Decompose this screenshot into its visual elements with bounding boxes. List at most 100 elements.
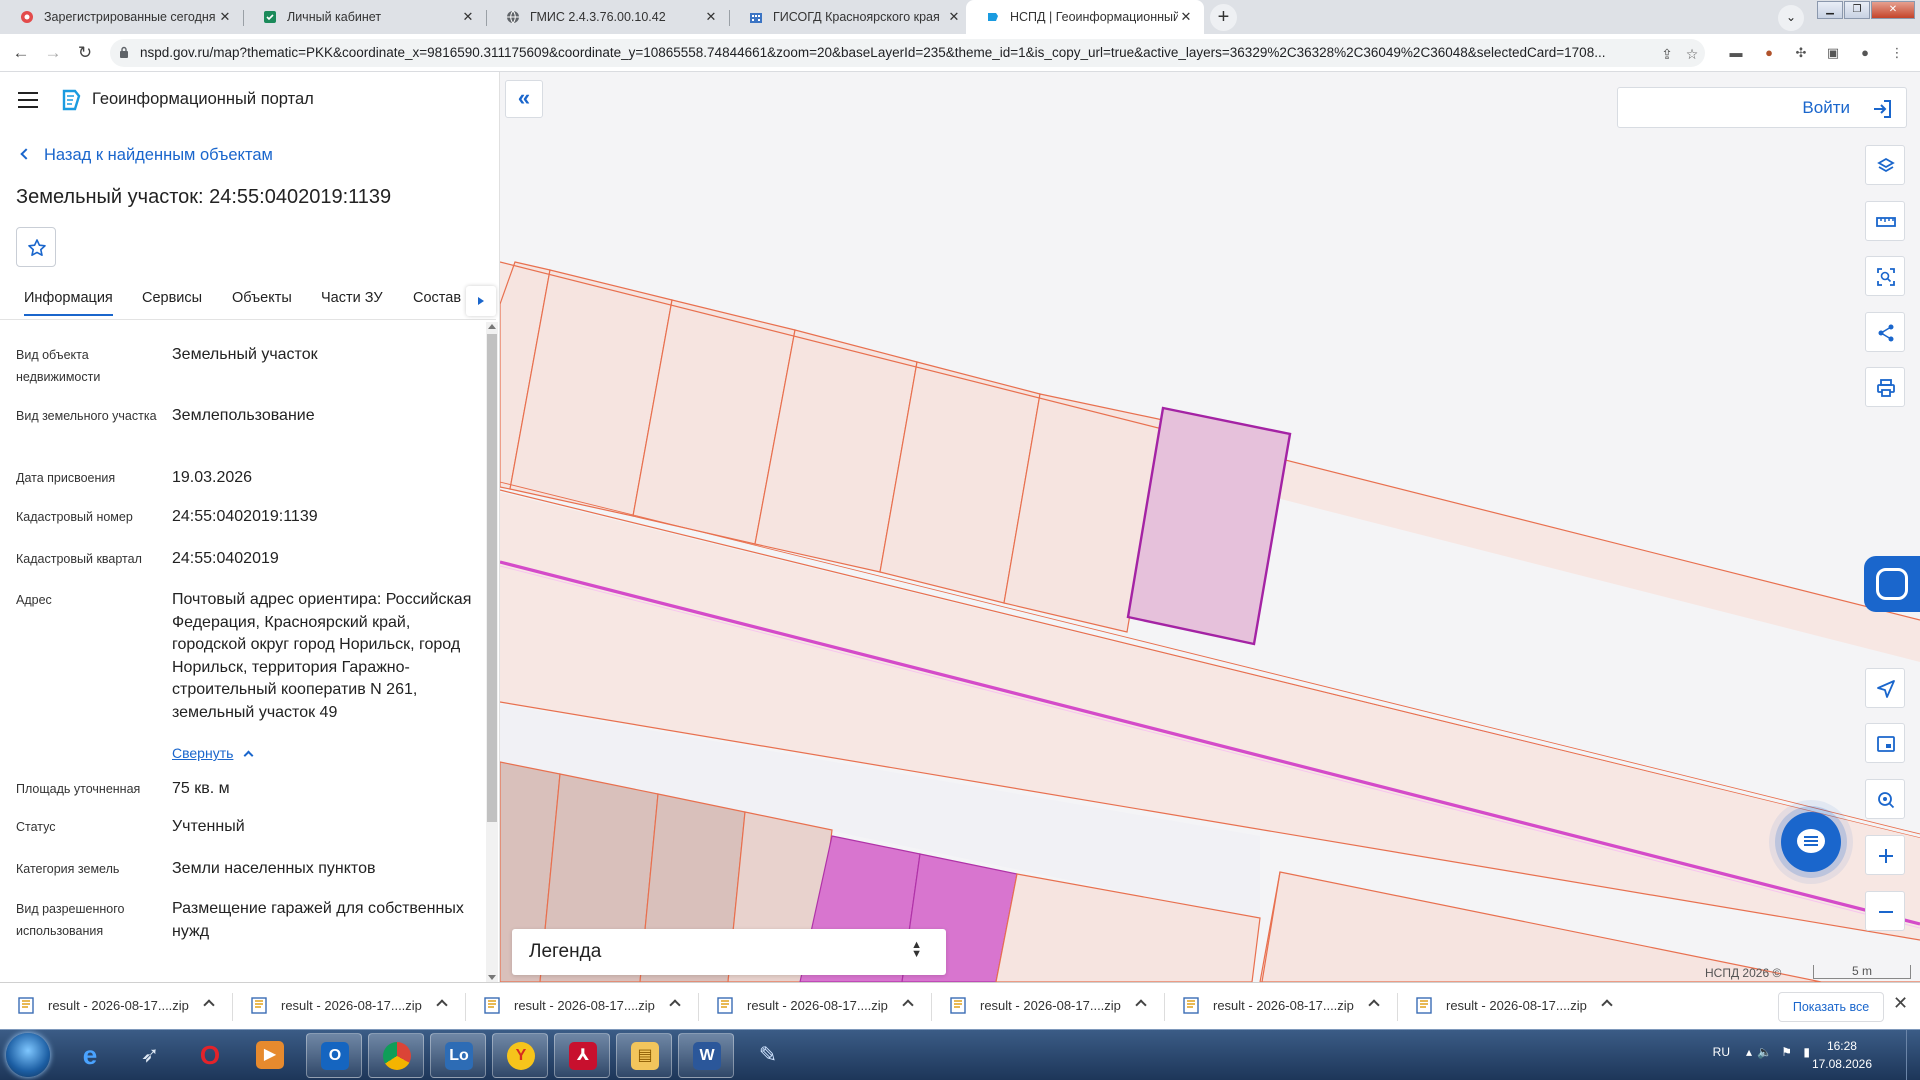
download-item[interactable]: result - 2026-08-17....zip: [1165, 983, 1398, 1030]
taskbar-app[interactable]: ▤: [616, 1033, 672, 1078]
scrollbar-thumb[interactable]: [487, 334, 497, 822]
login-label: Войти: [1802, 98, 1850, 117]
tab-composition[interactable]: Состав: [413, 290, 461, 306]
taskbar-app[interactable]: Y: [492, 1033, 548, 1078]
minimize-button[interactable]: ▁: [1817, 1, 1843, 19]
new-tab-button[interactable]: +: [1210, 4, 1237, 31]
tray-expand-icon[interactable]: ▴: [1746, 1045, 1752, 1059]
close-downloads-icon[interactable]: ✕: [1893, 993, 1908, 1014]
tabs-next-arrow-icon[interactable]: [466, 286, 496, 316]
tab-information[interactable]: Информация: [24, 290, 113, 316]
taskbar-app[interactable]: ⅄: [554, 1033, 610, 1078]
share-icon[interactable]: ⇪: [1658, 45, 1676, 63]
show-desktop-button[interactable]: [1906, 1030, 1920, 1080]
chevron-up-icon[interactable]: [1368, 999, 1380, 1011]
taskbar-app[interactable]: e: [62, 1033, 118, 1078]
tab-parcel-parts[interactable]: Части ЗУ: [321, 290, 383, 306]
taskbar-app[interactable]: Lo: [430, 1033, 486, 1078]
tab-search-icon[interactable]: ⌄: [1778, 5, 1804, 31]
hamburger-menu-icon[interactable]: [18, 92, 38, 108]
browser-tab-2[interactable]: Личный кабинет ✕: [243, 0, 486, 34]
maximize-button[interactable]: ❐: [1844, 1, 1870, 19]
chevron-up-icon[interactable]: [436, 999, 448, 1011]
url-text[interactable]: nspd.gov.ru/map?thematic=PKK&coordinate_…: [140, 45, 1630, 60]
forward-arrow-icon[interactable]: →: [42, 42, 64, 64]
minimap-button[interactable]: [1865, 723, 1905, 763]
window-close-button[interactable]: ✕: [1871, 1, 1915, 19]
taskbar-app[interactable]: [368, 1033, 424, 1078]
collapse-address-link[interactable]: Свернуть: [172, 742, 477, 766]
zoom-out-button[interactable]: [1865, 891, 1905, 931]
download-item[interactable]: result - 2026-08-17....zip: [932, 983, 1165, 1030]
taskbar-app[interactable]: ▶: [242, 1033, 298, 1078]
tab-close-icon[interactable]: ✕: [1178, 9, 1194, 25]
chevron-up-icon[interactable]: [902, 999, 914, 1011]
start-button[interactable]: [6, 1033, 50, 1077]
tab-close-icon[interactable]: ✕: [946, 9, 962, 25]
taskbar-app[interactable]: ➶: [122, 1033, 178, 1078]
add-favorite-button[interactable]: [16, 227, 56, 267]
assistant-chat-button[interactable]: [1781, 812, 1841, 872]
scroll-down-icon[interactable]: [488, 975, 496, 980]
chatbot-button[interactable]: [1864, 556, 1920, 612]
download-item[interactable]: result - 2026-08-17....zip: [233, 983, 466, 1030]
scroll-up-icon[interactable]: [488, 324, 496, 329]
panel-scrollbar[interactable]: [486, 322, 498, 982]
sidebar-icon[interactable]: ▣: [1824, 45, 1842, 61]
legend-dropdown[interactable]: Легенда ▲ ▼: [512, 929, 946, 975]
minus-icon: [1879, 911, 1893, 913]
share-button[interactable]: [1865, 312, 1905, 352]
downloads-bar: result - 2026-08-17....zip result - 2026…: [0, 982, 1920, 1029]
download-item[interactable]: result - 2026-08-17....zip: [1398, 983, 1631, 1030]
chevron-up-icon[interactable]: [1601, 999, 1613, 1011]
login-button[interactable]: Войти: [1617, 87, 1907, 128]
taskbar-app[interactable]: ✎: [740, 1033, 796, 1078]
measure-button[interactable]: [1865, 201, 1905, 241]
property-value: Почтовый адрес ориентира: Российская Фед…: [172, 591, 472, 721]
battery-icon[interactable]: ▮: [1803, 1045, 1810, 1059]
puzzle-icon[interactable]: ✣: [1792, 45, 1810, 61]
tab-close-icon[interactable]: ✕: [460, 9, 476, 25]
tab-close-icon[interactable]: ✕: [217, 9, 233, 25]
network-icon[interactable]: ⚑: [1781, 1045, 1792, 1059]
address-bar[interactable]: nspd.gov.ru/map?thematic=PKK&coordinate_…: [110, 39, 1705, 67]
download-item[interactable]: result - 2026-08-17....zip: [466, 983, 699, 1030]
back-arrow-icon[interactable]: ←: [10, 42, 32, 64]
taskbar-app[interactable]: O: [182, 1033, 238, 1078]
taskbar-app[interactable]: W: [678, 1033, 734, 1078]
browser-tab-3[interactable]: ГМИС 2.4.3.76.00.10.42 ✕: [486, 0, 729, 34]
bookmark-star-icon[interactable]: ☆: [1683, 45, 1701, 63]
tab-close-icon[interactable]: ✕: [703, 9, 719, 25]
layers-button[interactable]: [1865, 145, 1905, 185]
menu-kebab-icon[interactable]: ⋮: [1888, 45, 1906, 61]
collapse-panel-button[interactable]: «: [505, 80, 543, 118]
taskbar-clock[interactable]: 16:28 17.08.2026: [1812, 1037, 1872, 1073]
taskbar-app[interactable]: O: [306, 1033, 362, 1078]
extension-icon[interactable]: ●: [1760, 45, 1778, 61]
chevron-up-icon[interactable]: [1135, 999, 1147, 1011]
reload-icon[interactable]: ↻: [74, 42, 96, 64]
print-button[interactable]: [1865, 367, 1905, 407]
browser-tab-4[interactable]: ГИСОГД Красноярского края ✕: [729, 0, 972, 34]
language-indicator[interactable]: RU: [1713, 1045, 1730, 1059]
chevron-up-icon[interactable]: [203, 999, 215, 1011]
tab-objects[interactable]: Объекты: [232, 290, 292, 306]
download-item[interactable]: result - 2026-08-17....zip: [699, 983, 932, 1030]
chevron-up-icon[interactable]: [669, 999, 681, 1011]
back-to-results-link[interactable]: Назад к найденным объектам: [20, 146, 273, 165]
show-all-downloads-button[interactable]: Показать все: [1778, 992, 1884, 1022]
map-canvas[interactable]: [500, 72, 1920, 982]
profile-avatar-icon[interactable]: ●: [1856, 45, 1874, 61]
zip-file-icon: [251, 997, 267, 1014]
zoom-in-button[interactable]: [1865, 835, 1905, 875]
search-location-button[interactable]: [1865, 779, 1905, 819]
browser-tab-active[interactable]: НСПД | Геоинформационный по ✕: [966, 0, 1204, 34]
volume-icon[interactable]: 🔈: [1757, 1045, 1772, 1059]
cadastral-map[interactable]: [500, 72, 1920, 982]
select-area-button[interactable]: [1865, 256, 1905, 296]
extension-icon[interactable]: ▬: [1727, 45, 1745, 61]
geolocation-button[interactable]: [1865, 668, 1905, 708]
tab-services[interactable]: Сервисы: [142, 290, 202, 306]
browser-tab-1[interactable]: Зарегистрированные сегодня ✕: [0, 0, 243, 34]
download-item[interactable]: result - 2026-08-17....zip: [0, 983, 233, 1030]
